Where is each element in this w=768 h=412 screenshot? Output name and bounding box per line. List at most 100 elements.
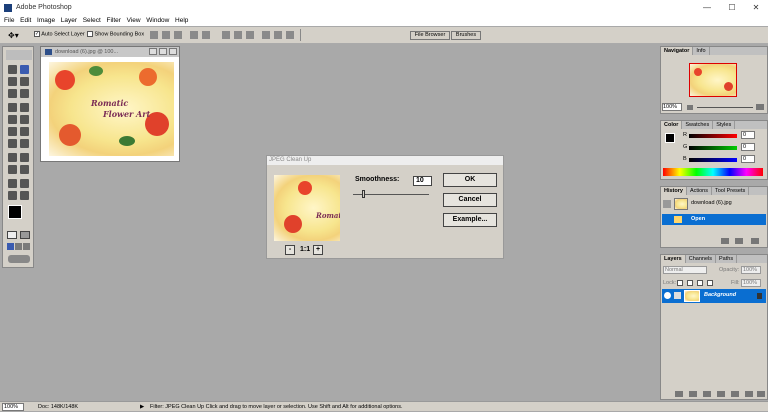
maximize-button[interactable]: ☐: [722, 3, 742, 13]
new-layer-icon[interactable]: [745, 391, 753, 397]
auto-select-option[interactable]: ✓ Auto Select Layer: [34, 31, 85, 37]
tab-color[interactable]: Color: [661, 121, 683, 129]
new-snapshot-icon[interactable]: [735, 238, 743, 244]
menu-select[interactable]: Select: [83, 16, 101, 26]
quick-mask-icon[interactable]: [20, 231, 30, 239]
menu-view[interactable]: View: [127, 16, 141, 26]
distribute-middle-icon[interactable]: [234, 31, 242, 39]
doc-maximize-button[interactable]: [159, 48, 167, 55]
align-left-icon[interactable]: [190, 31, 198, 39]
new-document-icon[interactable]: [721, 238, 729, 244]
menu-window[interactable]: Window: [146, 16, 169, 26]
tab-brushes[interactable]: Brushes: [451, 31, 481, 40]
menu-edit[interactable]: Edit: [20, 16, 31, 26]
dodge-tool-icon[interactable]: [20, 139, 29, 148]
layer-style-icon[interactable]: [689, 391, 697, 397]
tab-styles[interactable]: Styles: [713, 121, 736, 129]
adjustment-layer-icon[interactable]: [731, 391, 739, 397]
menu-layer[interactable]: Layer: [61, 16, 77, 26]
type-tool-icon[interactable]: [20, 153, 29, 162]
history-brush-icon[interactable]: [663, 200, 671, 208]
magic-wand-icon[interactable]: [20, 77, 29, 86]
lock-move-checkbox[interactable]: [697, 280, 703, 286]
notes-tool-icon[interactable]: [8, 179, 17, 188]
navigator-preview[interactable]: [689, 63, 737, 97]
doc-close-button[interactable]: [169, 48, 177, 55]
brush-link-icon[interactable]: [674, 292, 681, 299]
menu-image[interactable]: Image: [37, 16, 55, 26]
color-ramp[interactable]: [663, 168, 763, 176]
green-channel-slider[interactable]: [689, 146, 737, 150]
bounding-box-checkbox[interactable]: [87, 31, 93, 37]
tab-navigator[interactable]: Navigator: [661, 47, 694, 55]
tab-file-browser[interactable]: File Browser: [410, 31, 450, 40]
zoom-in-button[interactable]: +: [313, 245, 323, 255]
move-tool-icon[interactable]: [20, 65, 29, 74]
doc-minimize-button[interactable]: [149, 48, 157, 55]
clone-stamp-icon[interactable]: [8, 115, 17, 124]
screen-mode-standard-icon[interactable]: [7, 243, 14, 250]
fill-input[interactable]: 100%: [741, 279, 761, 287]
lasso-tool-icon[interactable]: [8, 77, 17, 86]
tab-channels[interactable]: Channels: [686, 255, 716, 263]
bounding-box-option[interactable]: Show Bounding Box: [87, 31, 144, 37]
screen-mode-full-menu-icon[interactable]: [15, 243, 22, 250]
zoom-out-icon[interactable]: [687, 105, 693, 110]
status-zoom-input[interactable]: 100%: [2, 403, 24, 411]
distribute-center-icon[interactable]: [274, 31, 282, 39]
navigator-zoom-slider[interactable]: [697, 107, 753, 108]
green-channel-input[interactable]: 0: [741, 143, 755, 151]
close-button[interactable]: ✕: [746, 3, 766, 13]
red-channel-input[interactable]: 0: [741, 131, 755, 139]
cancel-button[interactable]: Cancel: [443, 193, 497, 207]
history-snapshot-row[interactable]: download (6).jpg: [662, 197, 766, 211]
distribute-top-icon[interactable]: [222, 31, 230, 39]
foreground-color-swatch[interactable]: [8, 205, 22, 219]
slice-tool-icon[interactable]: [20, 89, 29, 98]
tab-layers[interactable]: Layers: [661, 255, 686, 263]
eye-icon[interactable]: [664, 292, 671, 299]
imageready-icon[interactable]: [8, 255, 30, 263]
tab-paths[interactable]: Paths: [716, 255, 738, 263]
eraser-tool-icon[interactable]: [8, 127, 17, 136]
foreground-color-swatch[interactable]: [665, 133, 675, 143]
hand-tool-icon[interactable]: [8, 191, 17, 200]
zoom-tool-icon[interactable]: [20, 191, 29, 200]
tab-actions[interactable]: Actions: [687, 187, 712, 195]
layer-row-background[interactable]: Background: [662, 289, 766, 303]
red-channel-slider[interactable]: [689, 134, 737, 138]
distribute-left-icon[interactable]: [262, 31, 270, 39]
example-button[interactable]: Example...: [443, 213, 497, 227]
blend-mode-select[interactable]: Normal: [663, 266, 707, 274]
preview-thumbnail[interactable]: Romatic: [274, 175, 340, 241]
shape-tool-icon[interactable]: [20, 165, 29, 174]
menu-help[interactable]: Help: [175, 16, 188, 26]
move-tool-icon[interactable]: ✥▾: [8, 31, 19, 40]
align-center-icon[interactable]: [202, 31, 210, 39]
distribute-right-icon[interactable]: [286, 31, 294, 39]
tab-info[interactable]: Info: [693, 47, 710, 55]
tab-history[interactable]: History: [661, 187, 687, 195]
tab-swatches[interactable]: Swatches: [682, 121, 714, 129]
minimize-button[interactable]: —: [697, 3, 717, 13]
lock-all-checkbox[interactable]: [707, 280, 713, 286]
history-brush-icon[interactable]: [20, 115, 29, 124]
smoothness-input[interactable]: 10: [413, 176, 432, 186]
align-top-icon[interactable]: [150, 31, 158, 39]
history-state-row[interactable]: Open: [662, 214, 766, 225]
brush-tool-icon[interactable]: [20, 103, 29, 112]
zoom-out-button[interactable]: -: [285, 245, 295, 255]
marquee-tool-icon[interactable]: [8, 65, 17, 74]
align-middle-icon[interactable]: [162, 31, 170, 39]
tab-tool-presets[interactable]: Tool Presets: [712, 187, 750, 195]
gradient-tool-icon[interactable]: [20, 127, 29, 136]
eyedropper-icon[interactable]: [20, 179, 29, 188]
lock-paint-checkbox[interactable]: [687, 280, 693, 286]
lock-transparency-checkbox[interactable]: [677, 280, 683, 286]
blue-channel-slider[interactable]: [689, 158, 737, 162]
link-layers-icon[interactable]: [675, 391, 683, 397]
crop-tool-icon[interactable]: [8, 89, 17, 98]
standard-mode-icon[interactable]: [7, 231, 17, 239]
layer-set-icon[interactable]: [717, 391, 725, 397]
navigator-zoom-input[interactable]: 100%: [662, 103, 682, 111]
